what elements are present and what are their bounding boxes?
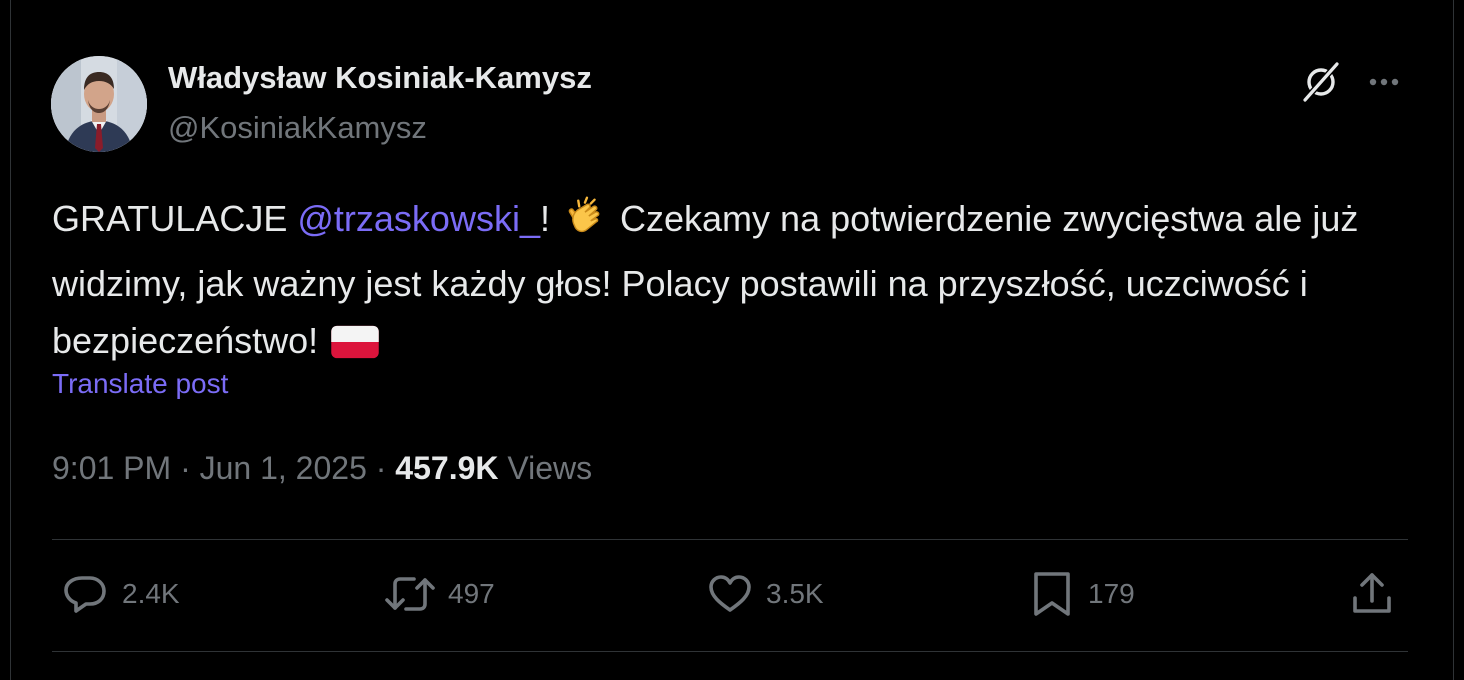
meta-separator: · bbox=[366, 450, 396, 486]
author-handle[interactable]: @KosiniakKamysz bbox=[168, 110, 427, 146]
post-time[interactable]: 9:01 PM bbox=[52, 450, 171, 486]
avatar-photo bbox=[51, 56, 147, 152]
bookmark-icon bbox=[1034, 572, 1070, 616]
like-button[interactable]: 3.5K bbox=[706, 570, 824, 618]
repost-button[interactable]: 497 bbox=[384, 570, 495, 618]
post-metadata: 9:01 PM · Jun 1, 2025 · 457.9K Views bbox=[52, 450, 592, 487]
frame-border-left bbox=[10, 0, 11, 680]
reply-icon bbox=[64, 576, 106, 613]
avatar[interactable] bbox=[51, 56, 147, 152]
meta-separator: · bbox=[171, 450, 200, 486]
author-name[interactable]: Władysław Kosiniak-Kamysz bbox=[168, 60, 592, 96]
tweet-text-exclaim: ! bbox=[539, 198, 550, 239]
bookmark-button[interactable]: 179 bbox=[1028, 570, 1135, 618]
bookmark-count: 179 bbox=[1088, 578, 1135, 609]
like-count: 3.5K bbox=[766, 578, 824, 609]
clapping-hands-icon bbox=[562, 193, 608, 255]
poland-flag-icon bbox=[330, 320, 380, 377]
views-label: Views bbox=[498, 450, 593, 486]
share-button[interactable] bbox=[1348, 570, 1396, 618]
divider-top bbox=[52, 539, 1408, 540]
reply-count: 2.4K bbox=[122, 578, 180, 609]
reply-button[interactable]: 2.4K bbox=[62, 570, 180, 618]
frame-border-right bbox=[1453, 0, 1454, 680]
repost-icon bbox=[385, 577, 435, 611]
divider-bottom bbox=[52, 651, 1408, 652]
tweet-text: GRATULACJE @trzaskowski_! Czekamy na pot… bbox=[52, 190, 1432, 377]
tweet-text-intro: GRATULACJE bbox=[52, 198, 298, 239]
translate-post-link[interactable]: Translate post bbox=[52, 368, 228, 400]
mention-link[interactable]: @trzaskowski_ bbox=[297, 198, 540, 239]
repost-count: 497 bbox=[448, 578, 495, 609]
tweet-card: Władysław Kosiniak-Kamysz @KosiniakKamys… bbox=[0, 0, 1464, 680]
share-icon bbox=[1353, 573, 1391, 613]
views-count: 457.9K bbox=[395, 450, 499, 486]
more-icon[interactable] bbox=[1363, 62, 1405, 102]
grok-icon[interactable] bbox=[1299, 60, 1343, 104]
post-date[interactable]: Jun 1, 2025 bbox=[200, 450, 367, 486]
heart-icon bbox=[709, 575, 751, 612]
